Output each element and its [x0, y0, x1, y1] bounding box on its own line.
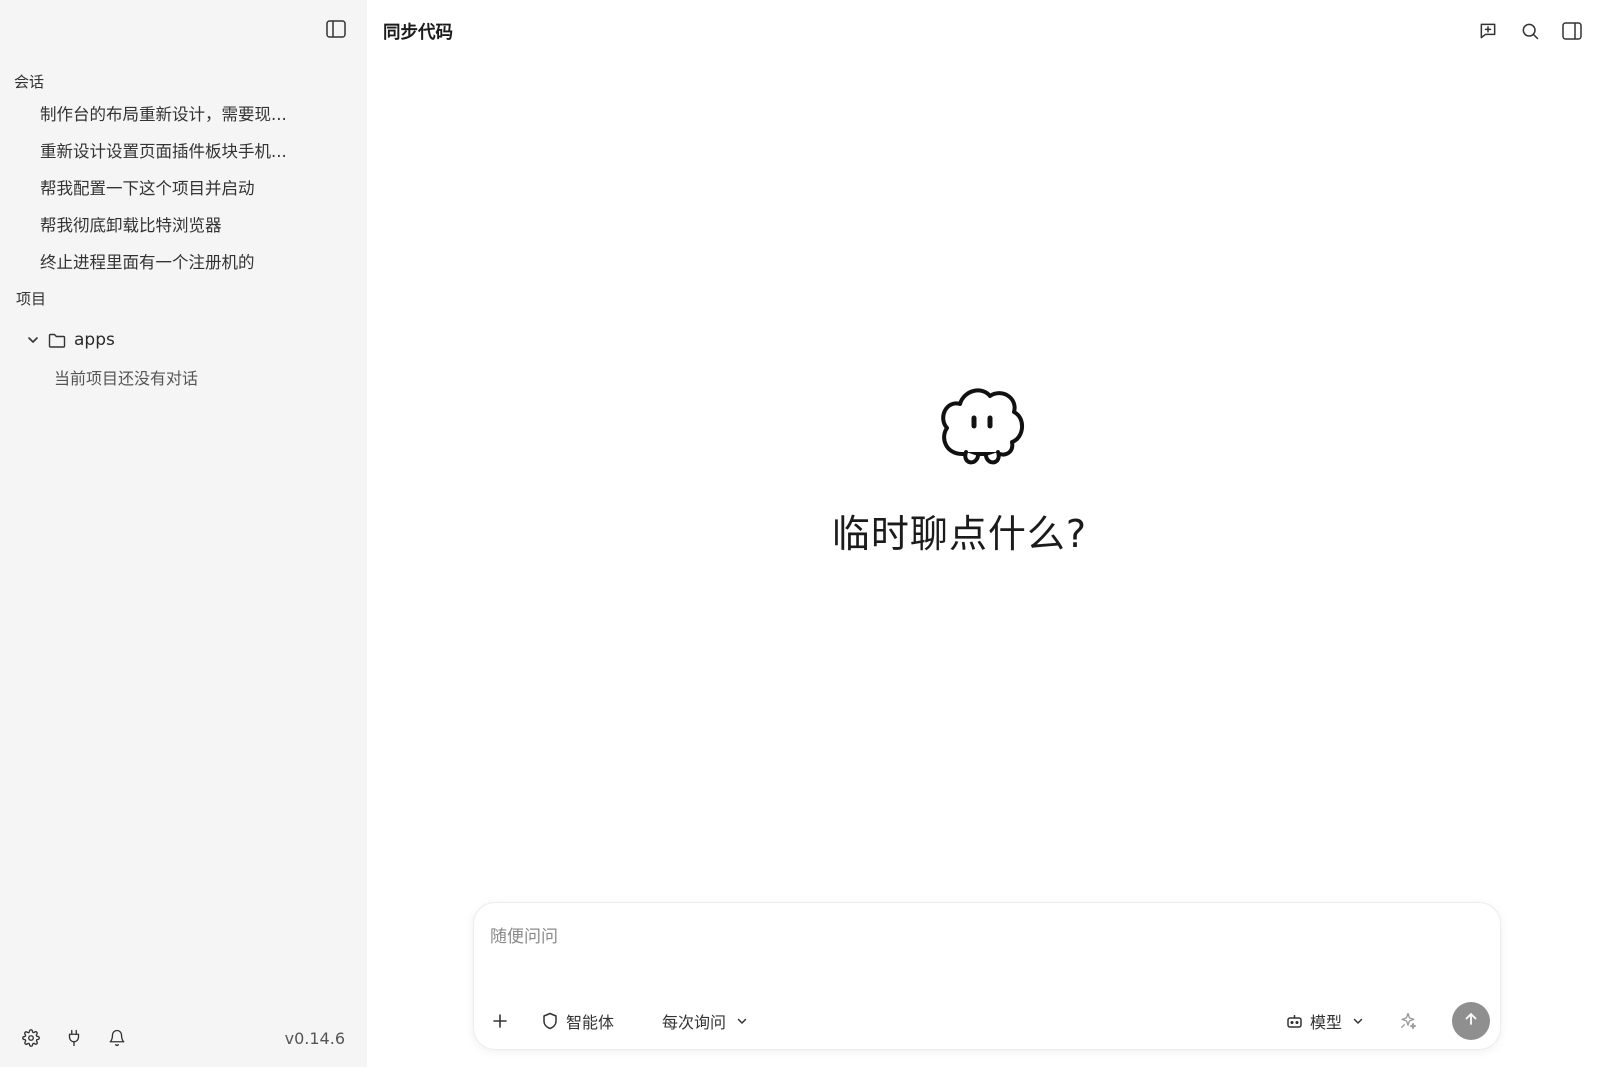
arrow-up-icon: [1463, 1011, 1479, 1031]
send-button[interactable]: [1452, 1002, 1490, 1040]
app-window: 会话 制作台的布局重新设计，需要现... 重新设计设置页面插件板块手机... 帮…: [0, 0, 1600, 1067]
new-chat-icon[interactable]: [1476, 19, 1500, 43]
search-icon[interactable]: [1518, 19, 1542, 43]
message-input[interactable]: [490, 917, 1480, 957]
main-panel: 同步代码 临时聊点什么? 随便问问 智能体 每次询问 模型: [367, 0, 1600, 1067]
project-empty-text: 当前项目还没有对话: [54, 369, 199, 388]
permission-label: 每次询问: [662, 1013, 727, 1032]
permission-dropdown[interactable]: 每次询问: [662, 1003, 752, 1039]
robot-icon: [1284, 1011, 1304, 1031]
sidebar-toggle-button[interactable]: [322, 19, 350, 43]
session-item-label: 终止进程里面有一个注册机的: [40, 253, 255, 272]
chevron-down-icon: [1348, 1011, 1368, 1031]
enhance-prompt-button[interactable]: [1398, 1003, 1418, 1039]
plus-icon: [490, 1011, 510, 1031]
sidebar: 会话 制作台的布局重新设计，需要现... 重新设计设置页面插件板块手机... 帮…: [0, 0, 367, 1067]
model-dropdown[interactable]: 模型: [1284, 1003, 1368, 1039]
session-item-label: 帮我配置一下这个项目并启动: [40, 179, 255, 198]
right-panel-icon[interactable]: [1560, 19, 1584, 43]
header-actions: [1476, 19, 1584, 43]
session-item-label: 制作台的布局重新设计，需要现...: [40, 105, 287, 124]
mascot-icon: [932, 382, 1032, 482]
model-label: 模型: [1310, 1013, 1343, 1032]
agent-label: 智能体: [566, 1013, 615, 1032]
session-item[interactable]: 制作台的布局重新设计，需要现...: [28, 97, 348, 129]
sidebar-footer-icons: [20, 1027, 128, 1049]
session-item[interactable]: 终止进程里面有一个注册机的: [28, 245, 348, 277]
sidebar-panel-icon: [326, 20, 346, 42]
shield-icon: [540, 1011, 560, 1031]
app-version: v0.14.6: [284, 1029, 345, 1048]
composer-toolbar: 智能体 每次询问 模型: [474, 1002, 1500, 1040]
project-name: apps: [74, 330, 115, 350]
agent-button[interactable]: 智能体: [540, 1003, 614, 1039]
project-folder-apps[interactable]: apps: [22, 325, 115, 355]
session-item-label: 帮我彻底卸载比特浏览器: [40, 216, 222, 235]
hero-heading: 临时聊点什么?: [831, 512, 1088, 556]
session-item[interactable]: 重新设计设置页面插件板块手机...: [28, 134, 348, 166]
session-item[interactable]: 帮我彻底卸载比特浏览器: [28, 208, 348, 240]
plug-icon[interactable]: [63, 1027, 85, 1049]
projects-section-title: 项目: [16, 290, 47, 308]
page-title: 同步代码: [383, 23, 453, 43]
session-item[interactable]: 帮我配置一下这个项目并启动: [28, 171, 348, 203]
bell-icon[interactable]: [106, 1027, 128, 1049]
gear-icon[interactable]: [20, 1027, 42, 1049]
session-item-label: 重新设计设置页面插件板块手机...: [40, 142, 287, 161]
chevron-down-icon[interactable]: [22, 329, 44, 351]
sparkles-icon: [1398, 1011, 1418, 1031]
sessions-section-title: 会话: [14, 73, 45, 91]
add-attachment-button[interactable]: [490, 1003, 510, 1039]
folder-icon: [46, 329, 68, 351]
chevron-down-icon: [732, 1011, 752, 1031]
message-composer: 智能体 每次询问 模型: [473, 902, 1501, 1050]
